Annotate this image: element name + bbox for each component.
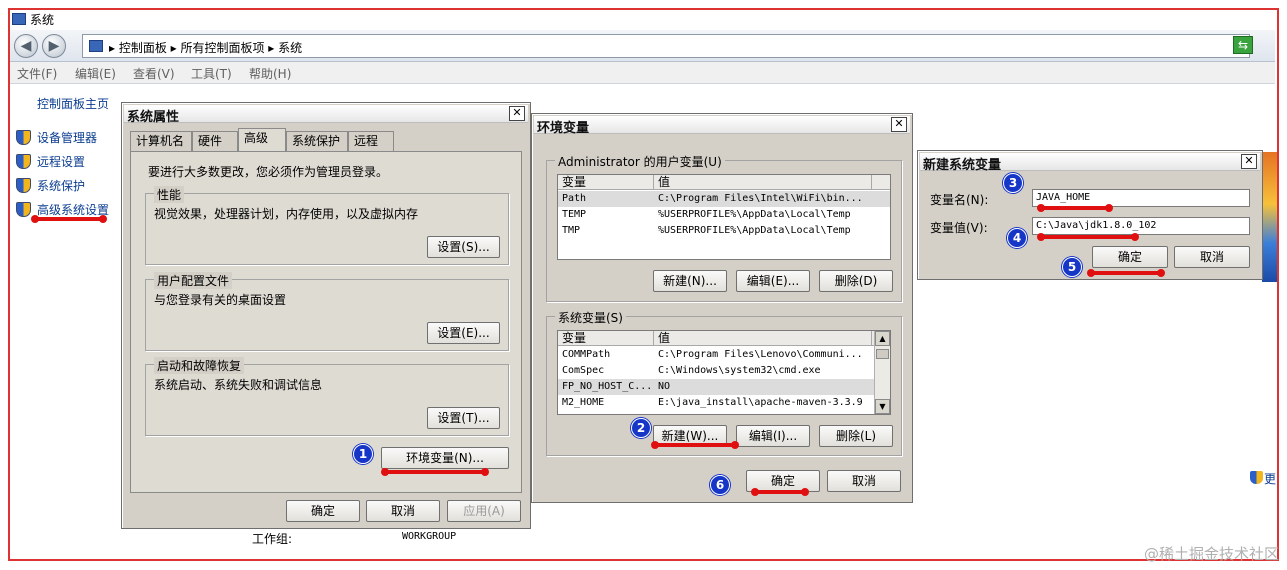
screenshot-frame <box>8 8 1279 561</box>
watermark: @稀土掘金技术社区 <box>1143 545 1279 563</box>
tab-advanced[interactable]: 高级 <box>238 128 286 151</box>
